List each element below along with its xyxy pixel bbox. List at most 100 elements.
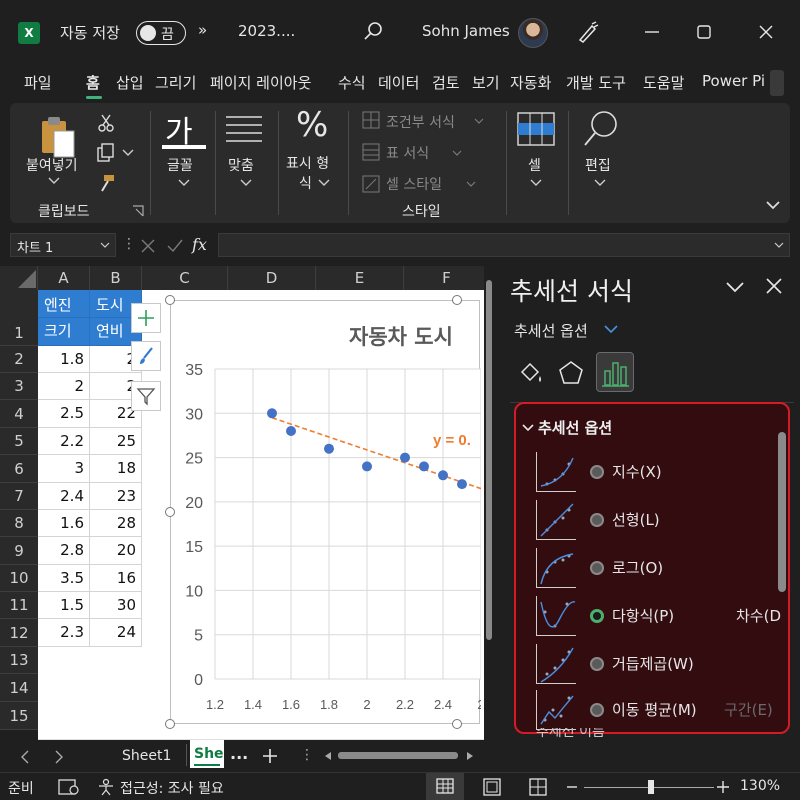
cell-b[interactable]: 28 bbox=[90, 510, 142, 537]
maximize-icon[interactable] bbox=[697, 25, 711, 39]
radio-exponential[interactable] bbox=[590, 465, 604, 479]
chevron-down-icon[interactable] bbox=[594, 179, 606, 187]
tab-draw[interactable]: 그리기 bbox=[155, 72, 196, 93]
cell-a1-line1[interactable]: 엔진 bbox=[38, 290, 90, 318]
close-icon[interactable] bbox=[759, 25, 773, 39]
cell-b[interactable]: 20 bbox=[90, 537, 142, 565]
conditional-format-icon[interactable] bbox=[362, 111, 380, 129]
cell-b[interactable]: 23 bbox=[90, 483, 142, 510]
avatar[interactable] bbox=[518, 18, 548, 48]
table-format-button[interactable]: 표 서식 bbox=[386, 143, 429, 163]
minimize-icon[interactable] bbox=[645, 26, 659, 36]
row-header[interactable]: 5 bbox=[0, 428, 38, 455]
paste-icon[interactable] bbox=[38, 113, 78, 159]
column-header-c[interactable]: C bbox=[142, 266, 228, 290]
scroll-right-icon[interactable] bbox=[466, 751, 474, 761]
row-header[interactable]: 3 bbox=[0, 373, 38, 400]
dialog-launcher-icon[interactable] bbox=[132, 205, 144, 217]
radio-moving-average[interactable] bbox=[590, 703, 604, 717]
cell-a[interactable]: 2.5 bbox=[38, 400, 90, 428]
insert-function-button[interactable]: fx bbox=[192, 235, 207, 254]
cell-a[interactable]: 2.2 bbox=[38, 428, 90, 455]
cell-b[interactable]: 16 bbox=[90, 565, 142, 592]
cells-icon[interactable] bbox=[516, 111, 556, 147]
chevron-down-icon[interactable] bbox=[474, 118, 484, 125]
chevron-down-icon[interactable] bbox=[774, 242, 784, 249]
row-header[interactable]: 4 bbox=[0, 400, 38, 428]
tab-automate[interactable]: 자동화 bbox=[510, 72, 551, 93]
cell-style-button[interactable]: 셀 스타일 bbox=[386, 174, 442, 194]
chevron-down-icon[interactable] bbox=[522, 424, 534, 432]
radio-polynomial[interactable] bbox=[590, 609, 604, 623]
cell-a[interactable]: 1.6 bbox=[38, 510, 90, 537]
conditional-format-button[interactable]: 조건부 서식 bbox=[386, 112, 455, 132]
chevron-down-icon[interactable] bbox=[452, 150, 462, 157]
quick-access-more-button[interactable]: » bbox=[198, 21, 207, 39]
chevron-down-icon[interactable] bbox=[178, 179, 190, 187]
alignment-button[interactable]: 맞춤 bbox=[228, 155, 254, 175]
trendline-options-dropdown[interactable]: 추세선 옵션 bbox=[514, 320, 588, 341]
effects-pentagon-icon[interactable] bbox=[556, 358, 586, 388]
row-header[interactable]: 2 bbox=[0, 346, 38, 373]
chart-elements-button[interactable] bbox=[131, 303, 161, 333]
autosave-toggle[interactable]: 끔 bbox=[136, 21, 186, 45]
align-icon[interactable] bbox=[224, 113, 264, 147]
tab-home[interactable]: 홈 bbox=[86, 72, 100, 93]
column-header-b[interactable]: B bbox=[90, 266, 142, 290]
chevron-down-icon[interactable] bbox=[466, 181, 476, 188]
cell-a[interactable]: 2.8 bbox=[38, 537, 90, 565]
scatter-chart[interactable]: 자동차 도시 35 30 25 20 15 10 5 0 1.2 1.4 1.6 1.8 2 2.2 2.4… bbox=[170, 300, 481, 725]
tab-page-layout[interactable]: 페이지 레이아웃 bbox=[210, 72, 311, 93]
radio-power[interactable] bbox=[590, 657, 604, 671]
row-header[interactable]: 11 bbox=[0, 592, 38, 619]
tabs-scroll-right-button[interactable] bbox=[770, 70, 784, 96]
row-header[interactable]: 10 bbox=[0, 565, 38, 592]
formula-input[interactable] bbox=[218, 233, 790, 257]
option-power[interactable]: 거듭제곱(W) bbox=[536, 642, 786, 686]
option-linear[interactable]: 선형(L) bbox=[536, 498, 786, 542]
page-layout-icon[interactable] bbox=[482, 778, 502, 796]
option-logarithmic[interactable]: 로그(O) bbox=[536, 546, 786, 590]
normal-view-button[interactable] bbox=[426, 773, 464, 800]
chevron-down-icon[interactable] bbox=[48, 177, 60, 185]
cell-b[interactable]: 30 bbox=[90, 592, 142, 619]
row-header[interactable]: 7 bbox=[0, 483, 38, 510]
column-header-d[interactable]: D bbox=[228, 266, 316, 290]
cell-a[interactable]: 2.4 bbox=[38, 483, 90, 510]
tab-view[interactable]: 보기 bbox=[472, 72, 500, 93]
cell-style-icon[interactable] bbox=[362, 175, 380, 193]
close-icon[interactable] bbox=[766, 278, 782, 294]
scroll-left-icon[interactable] bbox=[324, 751, 332, 761]
user-name[interactable]: Sohn James bbox=[422, 22, 510, 40]
macro-recording-icon[interactable] bbox=[58, 778, 80, 796]
cell-b[interactable]: 24 bbox=[90, 619, 142, 647]
cell-a[interactable]: 2.3 bbox=[38, 619, 90, 647]
file-name[interactable]: 2023.... bbox=[238, 22, 295, 40]
row-header[interactable]: 6 bbox=[0, 455, 38, 483]
chevron-down-icon[interactable] bbox=[100, 242, 110, 249]
cancel-x-icon[interactable] bbox=[140, 238, 156, 254]
chart-plot[interactable]: 35 30 25 20 15 10 5 01.2 1.4 1.6 1.8 2 2.2 2.4 2 y = 0. bbox=[171, 301, 481, 725]
cell-a[interactable]: 1.5 bbox=[38, 592, 90, 619]
tab-formulas[interactable]: 수식 bbox=[338, 72, 366, 93]
cut-icon[interactable] bbox=[96, 113, 116, 133]
resize-handle[interactable] bbox=[165, 507, 175, 517]
tab-insert[interactable]: 삽입 bbox=[116, 72, 144, 93]
table-format-icon[interactable] bbox=[362, 143, 380, 161]
row-header[interactable]: 1 bbox=[0, 290, 38, 346]
tab-review[interactable]: 검토 bbox=[432, 72, 460, 93]
confirm-check-icon[interactable] bbox=[166, 238, 184, 254]
zoom-level[interactable]: 130% bbox=[740, 778, 780, 794]
chevron-down-icon[interactable] bbox=[726, 282, 744, 294]
chevron-down-icon[interactable] bbox=[240, 179, 252, 187]
select-all-corner[interactable] bbox=[0, 266, 38, 290]
section-header[interactable]: 추세선 옵션 bbox=[538, 417, 612, 438]
chevron-down-icon[interactable] bbox=[530, 179, 542, 187]
search-icon[interactable] bbox=[582, 109, 620, 149]
chart-filters-button[interactable] bbox=[131, 381, 161, 411]
accessibility-status[interactable]: 접근성: 조사 필요 bbox=[120, 778, 224, 798]
cell-a[interactable]: 2 bbox=[38, 373, 90, 400]
tab-power-pivot[interactable]: Power Pi bbox=[702, 72, 768, 90]
sheet-tab-sheet1[interactable]: Sheet1 bbox=[122, 748, 171, 764]
option-polynomial[interactable]: 다항식(P) 차수(D bbox=[536, 594, 786, 638]
